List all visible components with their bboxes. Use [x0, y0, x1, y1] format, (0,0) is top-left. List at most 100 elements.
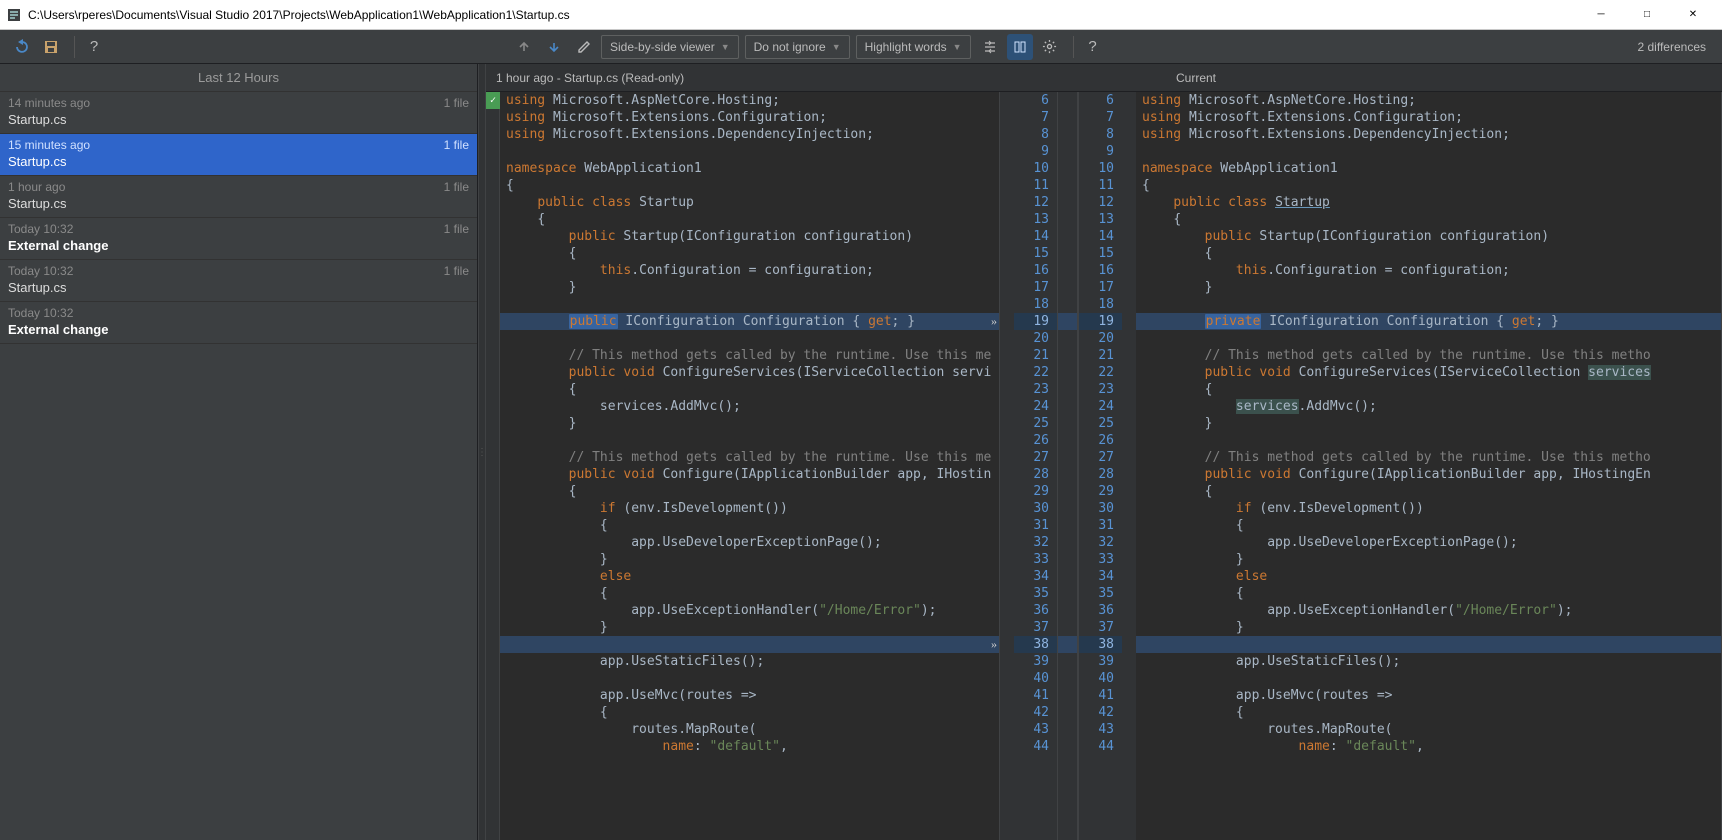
viewer-mode-dropdown[interactable]: Side-by-side viewer ▼	[601, 35, 739, 59]
line-number: 19	[1079, 313, 1122, 330]
apply-chevron-icon[interactable]: »	[991, 313, 997, 330]
line-number: 25	[1079, 415, 1122, 432]
history-item[interactable]: 14 minutes ago1 fileStartup.cs	[0, 92, 477, 134]
line-number: 38	[1079, 636, 1122, 653]
code-line: {	[500, 517, 999, 534]
line-number: 7	[1079, 109, 1122, 126]
line-number: 22	[1014, 364, 1057, 381]
code-line: else	[500, 568, 999, 585]
apply-chevron-icon[interactable]: »	[991, 636, 997, 653]
line-number: 14	[1014, 228, 1057, 245]
line-number: 12	[1014, 194, 1057, 211]
line-number: 35	[1079, 585, 1122, 602]
diff-header: 1 hour ago - Startup.cs (Read-only) Curr…	[486, 64, 1722, 92]
line-number: 36	[1079, 602, 1122, 619]
code-line: {	[500, 177, 999, 194]
code-line: if (env.IsDevelopment())	[500, 500, 999, 517]
history-sidebar: Last 12 Hours 14 minutes ago1 fileStartu…	[0, 64, 478, 840]
code-line: using Microsoft.Extensions.DependencyInj…	[1136, 126, 1721, 143]
prev-diff-icon[interactable]	[511, 34, 537, 60]
code-line: public class Startup	[1136, 194, 1721, 211]
line-number: 43	[1014, 721, 1057, 738]
revert-icon[interactable]	[8, 34, 34, 60]
line-number: 24	[1014, 398, 1057, 415]
code-line: app.UseStaticFiles();	[500, 653, 999, 670]
line-number: 13	[1079, 211, 1122, 228]
line-number: 10	[1014, 160, 1057, 177]
history-item[interactable]: Today 10:321 fileExternal change	[0, 218, 477, 260]
line-number: 26	[1079, 432, 1122, 449]
code-line: services.AddMvc();	[1136, 398, 1721, 415]
history-item[interactable]: 1 hour ago1 fileStartup.cs	[0, 176, 477, 218]
toolbar-separator	[74, 36, 75, 58]
line-number: 19	[1014, 313, 1057, 330]
line-number: 39	[1079, 653, 1122, 670]
code-line: {	[1136, 381, 1721, 398]
window-minimize-button[interactable]: ─	[1578, 0, 1624, 30]
line-number: 41	[1079, 687, 1122, 704]
line-number: 33	[1014, 551, 1057, 568]
line-number: 21	[1079, 347, 1122, 364]
history-count: 1 file	[444, 180, 469, 194]
right-line-numbers: 6789101112131415161718192021222324252627…	[1078, 92, 1122, 840]
line-number: 9	[1079, 143, 1122, 160]
line-number: 41	[1014, 687, 1057, 704]
window-maximize-button[interactable]: □	[1624, 0, 1670, 30]
code-line: app.UseMvc(routes =>	[500, 687, 999, 704]
line-number: 28	[1014, 466, 1057, 483]
code-line	[1136, 670, 1721, 687]
code-line: using Microsoft.AspNetCore.Hosting;	[500, 92, 999, 109]
code-line	[1136, 330, 1721, 347]
highlight-mode-dropdown[interactable]: Highlight words ▼	[856, 35, 971, 59]
left-fold-gutter	[1000, 92, 1014, 840]
history-item[interactable]: Today 10:32External change	[0, 302, 477, 344]
ignore-mode-dropdown[interactable]: Do not ignore ▼	[745, 35, 850, 59]
line-number: 21	[1014, 347, 1057, 364]
code-line: }	[1136, 415, 1721, 432]
line-number: 7	[1014, 109, 1057, 126]
highlight-mode-label: Highlight words	[865, 40, 947, 54]
settings-icon[interactable]	[1037, 34, 1063, 60]
code-line: public void Configure(IApplicationBuilde…	[500, 466, 999, 483]
right-fold-gutter	[1122, 92, 1136, 840]
right-code-pane[interactable]: using Microsoft.AspNetCore.Hosting;using…	[1136, 92, 1722, 840]
code-line: public void ConfigureServices(IServiceCo…	[1136, 364, 1721, 381]
code-line: {	[500, 585, 999, 602]
help-icon[interactable]: ?	[81, 34, 107, 60]
code-line: // This method gets called by the runtim…	[500, 449, 999, 466]
diff-ribbon	[1058, 92, 1078, 840]
code-line	[500, 143, 999, 160]
line-number: 37	[1079, 619, 1122, 636]
line-number: 30	[1079, 500, 1122, 517]
help2-icon[interactable]: ?	[1080, 34, 1106, 60]
history-item[interactable]: Today 10:321 fileStartup.cs	[0, 260, 477, 302]
line-number: 39	[1014, 653, 1057, 670]
window-titlebar: C:\Users\rperes\Documents\Visual Studio …	[0, 0, 1722, 30]
code-line: }	[500, 619, 999, 636]
collapse-unchanged-icon[interactable]	[977, 34, 1003, 60]
save-icon[interactable]	[38, 34, 64, 60]
line-number: 14	[1079, 228, 1122, 245]
chevron-down-icon: ▼	[721, 42, 730, 52]
window-close-button[interactable]: ✕	[1670, 0, 1716, 30]
code-line: name: "default",	[1136, 738, 1721, 755]
code-line: this.Configuration = configuration;	[500, 262, 999, 279]
code-line: using Microsoft.Extensions.Configuration…	[1136, 109, 1721, 126]
edit-icon[interactable]	[571, 34, 597, 60]
code-line: »	[500, 636, 999, 653]
line-number: 10	[1079, 160, 1122, 177]
line-number: 44	[1079, 738, 1122, 755]
code-line: services.AddMvc();	[500, 398, 999, 415]
code-line: }	[1136, 551, 1721, 568]
sync-scroll-icon[interactable]	[1007, 34, 1033, 60]
code-line: }	[500, 279, 999, 296]
code-line: private IConfiguration Configuration { g…	[1136, 313, 1721, 330]
code-line: app.UseMvc(routes =>	[1136, 687, 1721, 704]
history-item[interactable]: 15 minutes ago1 fileStartup.cs	[0, 134, 477, 176]
code-line: app.UseStaticFiles();	[1136, 653, 1721, 670]
next-diff-icon[interactable]	[541, 34, 567, 60]
code-line: {	[500, 245, 999, 262]
left-code-pane[interactable]: using Microsoft.AspNetCore.Hosting;using…	[500, 92, 1000, 840]
line-number: 6	[1014, 92, 1057, 109]
vertical-splitter[interactable]: ⋮	[478, 64, 486, 840]
